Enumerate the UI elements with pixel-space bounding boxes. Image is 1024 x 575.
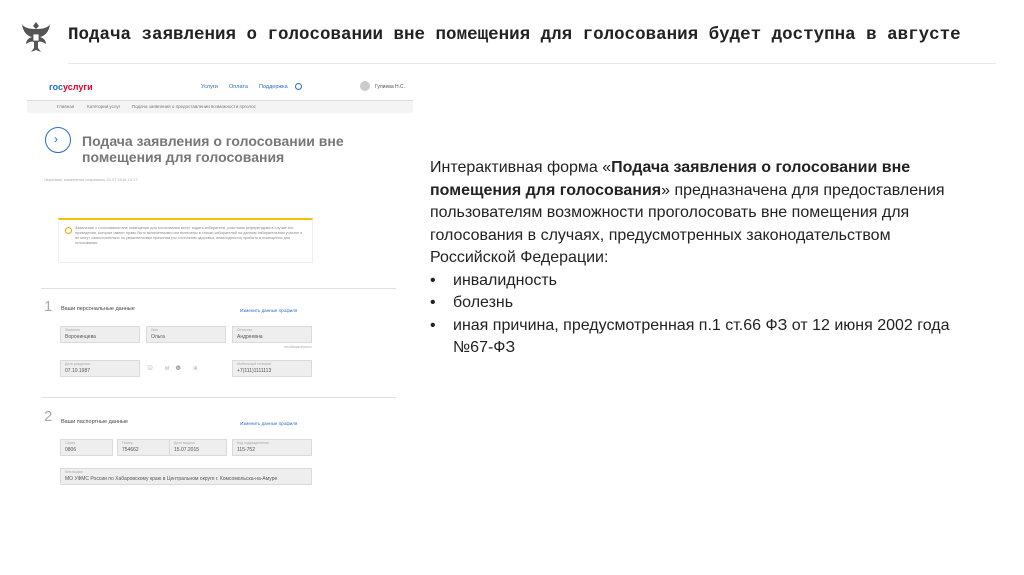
nav-payment[interactable]: Оплата (229, 84, 248, 90)
gender-m: М (165, 366, 170, 372)
list-item-text: иная причина, предусмотренная п.1 ст.66 … (453, 316, 950, 357)
list-item-text: инвалидность (453, 271, 557, 289)
issued-by-value: МО УФМС России по Хабаровскому краю в Це… (65, 476, 278, 482)
passport-series-field[interactable]: Серия 0806 (60, 439, 113, 456)
birthdate-field[interactable]: Дата рождения 07.10.1987 (60, 360, 140, 377)
birthdate-value: 07.10.1987 (65, 368, 91, 374)
step-2-title: Ваши паспортные данные (61, 419, 128, 425)
reasons-list: • инвалидность • болезнь • иная причина, пр… (430, 270, 970, 360)
bullet: • (430, 294, 436, 311)
divider (41, 397, 396, 398)
phone-field[interactable]: Мобильный телефон +7(111)1111113 (232, 360, 312, 377)
avatar[interactable] (360, 81, 370, 91)
middlename-label: Отчество (237, 328, 253, 332)
issued-date-value: 15.07.2015 (174, 447, 200, 453)
series-label: Серия (65, 441, 76, 445)
gender-f: Ж (193, 366, 198, 372)
code-value: 115-752 (237, 447, 255, 453)
lastname-label: Фамилия (65, 328, 80, 332)
issued-by-label: Кем выдан (65, 470, 83, 474)
division-code-field[interactable]: Код подразделения 115-752 (232, 439, 312, 456)
coat-of-arms-icon (22, 22, 50, 52)
female-icon[interactable]: ☻ (174, 363, 182, 372)
number-label: Номер (122, 441, 133, 445)
firstname-value: Ольга (151, 334, 165, 340)
list-item: • иная причина, предусмотренная п.1 ст.66… (430, 315, 970, 360)
birthdate-label: Дата рождения (65, 362, 90, 366)
step-2-number: 2 (44, 408, 53, 425)
breadcrumb: Главная Категории услуг Подача заявления… (27, 101, 413, 113)
form-screenshot: госуслуги Услуги Оплата Поддержка Гулиев… (27, 70, 413, 495)
series-value: 0806 (65, 447, 77, 453)
step-1-title: Ваши персональные данные (61, 306, 135, 312)
breadcrumb-current: Подача заявления о предоставлении возмож… (132, 104, 256, 109)
issued-date-label: Дата выдачи (174, 441, 195, 445)
bullet: • (430, 271, 436, 289)
description: Интерактивная форма «Подача заявления о … (430, 157, 970, 360)
description-intro: Интерактивная форма «Подача заявления о … (430, 157, 970, 270)
back-button[interactable]: › (45, 127, 71, 153)
lastname-value: Воронинцева (65, 334, 96, 340)
issued-by-field[interactable]: Кем выдан МО УФМС России по Хабаровскому… (60, 468, 312, 485)
lastname-field[interactable]: Фамилия Воронинцева (60, 326, 140, 343)
bullet: • (430, 316, 436, 334)
optional-note: необязательно (284, 344, 312, 349)
user-name[interactable]: Гулиева Н.С. (375, 84, 405, 90)
logo-part-2: услуги (63, 82, 93, 92)
warning-notice: Заявление о голосовании вне помещения дл… (58, 218, 313, 263)
nav-services[interactable]: Услуги (201, 84, 218, 90)
code-label: Код подразделения (237, 441, 269, 445)
draft-status: Черновик: изменения сохранены 20.07.2018… (44, 177, 138, 182)
middlename-value: Андреевна (237, 334, 263, 340)
phone-label: Мобильный телефон (237, 362, 272, 366)
warning-text: Заявление о голосовании вне помещения дл… (75, 226, 303, 245)
breadcrumb-categories[interactable]: Категории услуг (87, 104, 120, 109)
list-item-text: болезнь (453, 294, 514, 311)
nav-support[interactable]: Поддержка (259, 84, 288, 90)
logo-part-1: гос (49, 82, 64, 92)
number-value: 754662 (122, 447, 139, 453)
firstname-label: Имя (151, 328, 158, 332)
list-item: • инвалидность (430, 270, 970, 293)
slide-title: Подача заявления о голосовании вне помещ… (68, 25, 961, 45)
middlename-field[interactable]: Отчество Андреевна (232, 326, 312, 343)
issued-date-field[interactable]: Дата выдачи 15.07.2015 (169, 439, 227, 456)
form-title: Подача заявления о голосовании вне помещ… (82, 133, 344, 165)
chevron-right-icon: › (54, 132, 58, 146)
intro-prefix: Интерактивная форма « (430, 159, 612, 176)
breadcrumb-home[interactable]: Главная (57, 104, 74, 109)
info-icon (65, 227, 72, 234)
edit-profile-link-2[interactable]: Изменить данные профиля (240, 421, 297, 426)
portal-header: госуслуги Услуги Оплата Поддержка Гулиев… (27, 70, 413, 101)
step-1-number: 1 (44, 298, 53, 315)
search-icon[interactable] (295, 83, 302, 90)
male-icon[interactable]: ☺ (146, 363, 154, 372)
title-divider (68, 63, 996, 64)
list-item: • болезнь (430, 292, 970, 315)
divider (41, 288, 396, 289)
gosuslugi-logo[interactable]: госуслуги (49, 82, 93, 92)
phone-value: +7(111)1111113 (237, 368, 272, 374)
edit-profile-link-1[interactable]: Изменить данные профиля (240, 308, 297, 313)
firstname-field[interactable]: Имя Ольга (146, 326, 226, 343)
